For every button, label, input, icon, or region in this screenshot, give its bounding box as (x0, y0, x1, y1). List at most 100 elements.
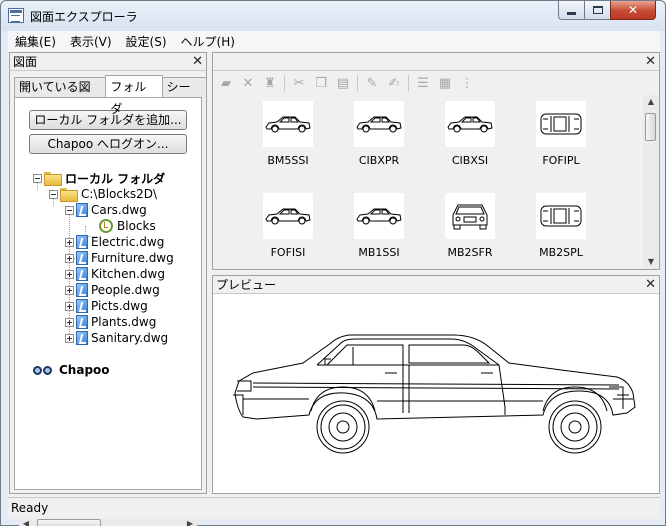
thumbnail-item[interactable] (354, 101, 404, 147)
folder-icon (44, 172, 62, 186)
car-block-preview (356, 208, 402, 225)
tab-folders[interactable]: フォルダ (105, 75, 163, 116)
menu-view[interactable]: 表示(V) (63, 33, 119, 50)
folder-tab-body: ローカル フォルダを追加... Chapoo へログオン... ローカル フォル… (14, 97, 202, 526)
thumbnail-item[interactable] (445, 193, 495, 239)
chapoo-icon (33, 365, 53, 375)
tab-open-drawings[interactable]: 開いている図面 (14, 77, 107, 112)
paste-icon[interactable]: ▤ (335, 76, 351, 91)
dwg-file-icon (76, 299, 88, 313)
menu-help[interactable]: ヘルプ(H) (174, 33, 242, 50)
edit-icon[interactable]: ✎ (364, 76, 380, 91)
tree-blocks[interactable]: Blocks (99, 218, 156, 234)
close-panel-icon[interactable]: ✕ (645, 53, 656, 71)
tree-file[interactable]: Sanitary.dwg (65, 330, 168, 346)
delete-icon[interactable]: ✕ (240, 76, 256, 91)
tree-file[interactable]: Kitchen.dwg (65, 266, 165, 282)
thumbnail-label[interactable]: FOFIPL (516, 154, 606, 167)
thumbnail-label[interactable]: MB1SSI (334, 246, 424, 259)
car-block-preview (356, 116, 402, 133)
close-window-button[interactable]: ✕ (610, 1, 656, 20)
scrollbar-thumb[interactable] (645, 113, 656, 141)
toolbar-separator (357, 75, 358, 91)
thumbnail-label[interactable]: BM5SSI (243, 154, 333, 167)
expand-icon[interactable] (65, 237, 74, 247)
thumbnail-item[interactable] (536, 193, 586, 239)
window-title: 図面エクスプローラ (30, 10, 138, 24)
properties-icon[interactable]: ✍ (386, 76, 402, 91)
copy-icon[interactable]: ❐ (313, 76, 329, 91)
thumbnail-label[interactable]: CIBXPR (334, 154, 424, 167)
thumbnail-item[interactable] (263, 101, 313, 147)
drawings-panel: 図面 ✕ 開いている図面 フォルダ シート ローカル フォルダを追加... Ch… (9, 52, 207, 526)
cut-icon[interactable]: ✂ (291, 76, 307, 91)
collapse-icon[interactable] (49, 189, 58, 199)
thumbnails-vertical-scrollbar[interactable]: ▲ ▼ (643, 95, 659, 269)
scroll-down-icon[interactable]: ▼ (643, 255, 659, 269)
client-area: 図面 ✕ 開いている図面 フォルダ シート ローカル フォルダを追加... Ch… (8, 51, 660, 526)
close-panel-icon[interactable]: ✕ (192, 53, 203, 71)
drawings-panel-header: 図面 ✕ (10, 53, 206, 71)
thumbnail-label[interactable]: MB2SFR (425, 246, 515, 259)
car-block-preview (265, 208, 311, 225)
expand-icon[interactable] (65, 285, 74, 295)
save-icon[interactable]: ▰ (218, 76, 234, 91)
preview-panel: プレビュー ✕ (212, 275, 660, 494)
list-view-icon[interactable]: ☰ (415, 76, 431, 91)
dwg-file-icon (76, 203, 88, 217)
expand-icon[interactable] (65, 269, 74, 279)
tab-sheets[interactable]: シート (161, 77, 207, 112)
tree-file[interactable]: Furniture.dwg (65, 250, 174, 266)
tree-file[interactable]: Picts.dwg (65, 298, 148, 314)
scrollbar-thumb[interactable] (37, 519, 101, 526)
thumbnail-item[interactable] (263, 193, 313, 239)
tree-chapoo-root[interactable]: Chapoo (33, 362, 110, 378)
thumbnail-item[interactable] (354, 193, 404, 239)
dwg-file-icon (76, 235, 88, 249)
tree-file[interactable]: Plants.dwg (65, 314, 156, 330)
maximize-icon (592, 6, 603, 14)
expand-icon[interactable] (65, 253, 74, 263)
dwg-file-icon (76, 331, 88, 345)
thumbnail-label[interactable]: MB2SPL (516, 246, 606, 259)
expand-icon[interactable] (65, 333, 74, 343)
collapse-icon[interactable] (33, 173, 42, 183)
tree-file-cars[interactable]: Cars.dwg (65, 202, 147, 218)
stamp-icon[interactable]: ♜ (262, 76, 278, 91)
thumbnail-item[interactable] (536, 101, 586, 147)
expand-icon[interactable] (65, 301, 74, 311)
app-icon[interactable] (8, 8, 24, 23)
car-block-preview (540, 113, 582, 135)
car-block-preview (452, 204, 488, 230)
drawings-panel-title: 図面 (13, 55, 38, 69)
app-window: 図面エクスプローラ ✕ 編集(E) 表示(V) 設定(S) ヘルプ(H) 図面 … (0, 0, 666, 526)
menu-edit[interactable]: 編集(E) (8, 33, 63, 50)
thumbnail-item[interactable] (445, 101, 495, 147)
collapse-icon[interactable] (65, 205, 74, 215)
thumbnail-label[interactable]: CIBXSI (425, 154, 515, 167)
thumbnail-label[interactable]: FOFISI (243, 246, 333, 259)
maximize-button[interactable] (584, 1, 611, 20)
minimize-icon (567, 11, 576, 15)
grid-view-icon[interactable]: ▦ (437, 76, 453, 91)
tree-view-icon[interactable]: ⋮ (459, 76, 475, 91)
thumbnail-grid: BM5SSI CIBXPR CIBXSI FOFIPL FOFISI MB1SSI MB2S… (213, 95, 643, 269)
title-bar[interactable]: 図面エクスプローラ ✕ (1, 1, 665, 31)
car-side-drawing (233, 334, 636, 454)
tree-local-root[interactable]: ローカル フォルダ (33, 170, 165, 186)
add-local-folder-button[interactable]: ローカル フォルダを追加... (29, 110, 187, 130)
toolbar-separator (408, 75, 409, 91)
menu-settings[interactable]: 設定(S) (119, 33, 174, 50)
tree-folder-blocks2d[interactable]: C:\Blocks2D\ (49, 186, 157, 202)
open-folder-icon (60, 188, 78, 202)
minimize-button[interactable] (558, 1, 585, 20)
tree-file[interactable]: Electric.dwg (65, 234, 164, 250)
expand-icon[interactable] (65, 317, 74, 327)
close-panel-icon[interactable]: ✕ (645, 276, 656, 294)
tree-file[interactable]: People.dwg (65, 282, 160, 298)
dwg-file-icon (76, 283, 88, 297)
thumbnail-toolbar: ▰ ✕ ♜ ✂ ❐ ▤ ✎ ✍ ☰ ▦ ⋮ (213, 72, 659, 94)
scroll-up-icon[interactable]: ▲ (643, 95, 659, 109)
chapoo-login-button[interactable]: Chapoo へログオン... (29, 134, 187, 154)
dwg-file-icon (76, 251, 88, 265)
